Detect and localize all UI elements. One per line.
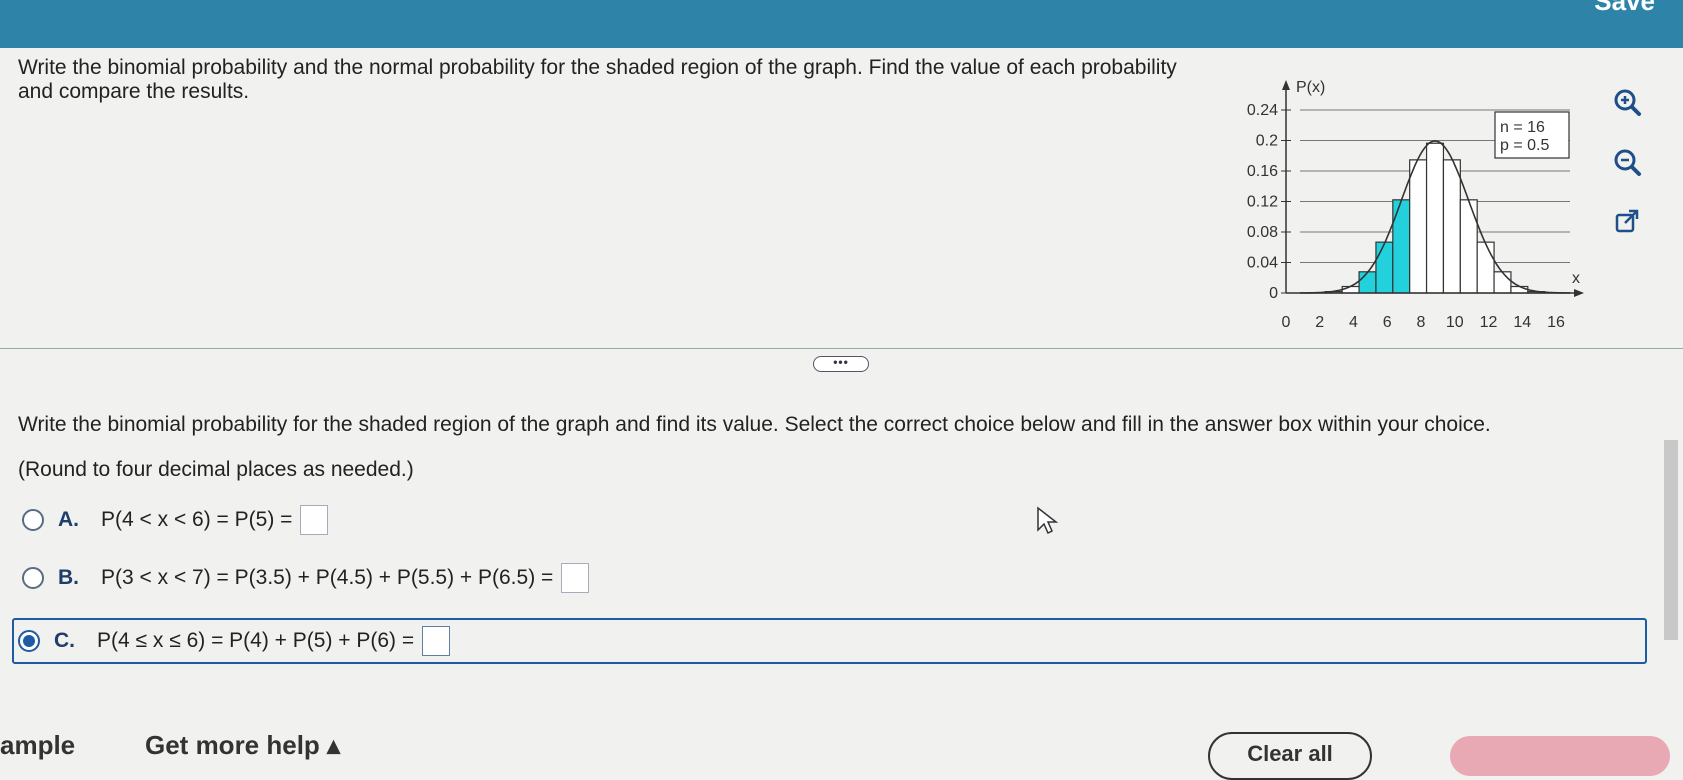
x-tick-label: 12 xyxy=(1480,314,1498,331)
histogram-bar xyxy=(1511,287,1528,293)
answer-box[interactable] xyxy=(422,626,450,656)
choice-letter: B. xyxy=(58,566,79,590)
parameter-p: p = 0.5 xyxy=(1500,137,1549,154)
y-axis-label: P(x) xyxy=(1296,79,1325,96)
rounding-note: (Round to four decimal places as needed.… xyxy=(18,458,414,482)
histogram-bar xyxy=(1460,200,1477,293)
choice-expression: P(4 ≤ x ≤ 6) = P(4) + P(5) + P(6) = xyxy=(97,629,414,653)
x-tick-label: 10 xyxy=(1446,314,1464,331)
check-answer-button[interactable] xyxy=(1450,736,1670,776)
histogram-bar xyxy=(1477,242,1494,293)
y-tick-label: 0.24 xyxy=(1247,102,1278,119)
choice-letter: A. xyxy=(58,508,79,532)
choice-expression: P(3 < x < 7) = P(3.5) + P(4.5) + P(5.5) … xyxy=(101,566,553,590)
y-tick-label: 0 xyxy=(1269,285,1278,302)
answer-box[interactable] xyxy=(300,505,328,535)
divider-handle[interactable]: ••• xyxy=(813,356,869,372)
zoom-in-icon xyxy=(1612,87,1642,117)
histogram-bar xyxy=(1410,160,1427,293)
choice-letter: C. xyxy=(54,629,75,653)
binomial-histogram: 0.24 0.2 0.16 0.12 0.08 0.04 00 2 4 6 8 10 12 14 16 P(x… xyxy=(1230,70,1600,340)
histogram-bar xyxy=(1393,200,1410,293)
x-tick-label: 14 xyxy=(1513,314,1531,331)
zoom-out-icon xyxy=(1612,147,1642,177)
choice-c[interactable]: C. P(4 ≤ x ≤ 6) = P(4) + P(5) + P(6) = xyxy=(12,618,1647,664)
histogram-bar xyxy=(1443,160,1460,293)
x-axis-arrow xyxy=(1574,289,1584,297)
histogram-bar xyxy=(1359,272,1376,293)
y-tick-label: 0.04 xyxy=(1247,255,1278,272)
y-tick-label: 0.2 xyxy=(1256,133,1278,150)
top-bar: Save xyxy=(0,0,1683,48)
radio-button[interactable] xyxy=(22,509,44,531)
y-tick-label: 0.16 xyxy=(1247,163,1278,180)
save-button[interactable]: Save xyxy=(1594,0,1655,17)
get-more-help-link[interactable]: Get more help ▴ xyxy=(145,730,340,761)
choice-b[interactable]: B. P(3 < x < 7) = P(3.5) + P(4.5) + P(5.… xyxy=(18,557,589,599)
histogram-bar xyxy=(1376,242,1393,293)
answer-box[interactable] xyxy=(561,563,589,593)
zoom-in-button[interactable] xyxy=(1608,83,1646,121)
popout-button[interactable] xyxy=(1608,203,1646,241)
y-axis-arrow xyxy=(1282,80,1290,90)
x-tick-label: 16 xyxy=(1547,314,1565,331)
x-tick-label: 2 xyxy=(1315,314,1324,331)
x-tick-label: 0 xyxy=(1282,314,1291,331)
example-link[interactable]: ample xyxy=(0,730,75,761)
x-tick-label: 8 xyxy=(1417,314,1426,331)
choice-expression: P(4 < x < 6) = P(5) = xyxy=(101,508,292,532)
radio-button-selected[interactable] xyxy=(18,630,40,652)
zoom-out-button[interactable] xyxy=(1608,143,1646,181)
choice-a[interactable]: A. P(4 < x < 6) = P(5) = xyxy=(18,499,328,541)
x-tick-label: 6 xyxy=(1383,314,1392,331)
y-tick-label: 0.08 xyxy=(1247,224,1278,241)
x-axis-label: x xyxy=(1572,270,1580,287)
histogram-bar xyxy=(1342,287,1359,293)
parameter-n: n = 16 xyxy=(1500,119,1545,136)
clear-all-button[interactable]: Clear all xyxy=(1208,732,1372,780)
y-tick-label: 0.12 xyxy=(1247,194,1278,211)
histogram-bar xyxy=(1494,272,1511,293)
part-instruction: Write the binomial probability for the s… xyxy=(18,413,1491,437)
x-tick-label: 4 xyxy=(1349,314,1358,331)
section-divider xyxy=(0,348,1683,349)
mouse-pointer-icon xyxy=(1036,506,1060,536)
histogram-bar xyxy=(1427,143,1444,293)
radio-button[interactable] xyxy=(22,567,44,589)
external-link-icon xyxy=(1614,209,1640,235)
scrollbar[interactable] xyxy=(1664,440,1678,640)
question-prompt: Write the binomial probability and the n… xyxy=(18,56,1188,104)
